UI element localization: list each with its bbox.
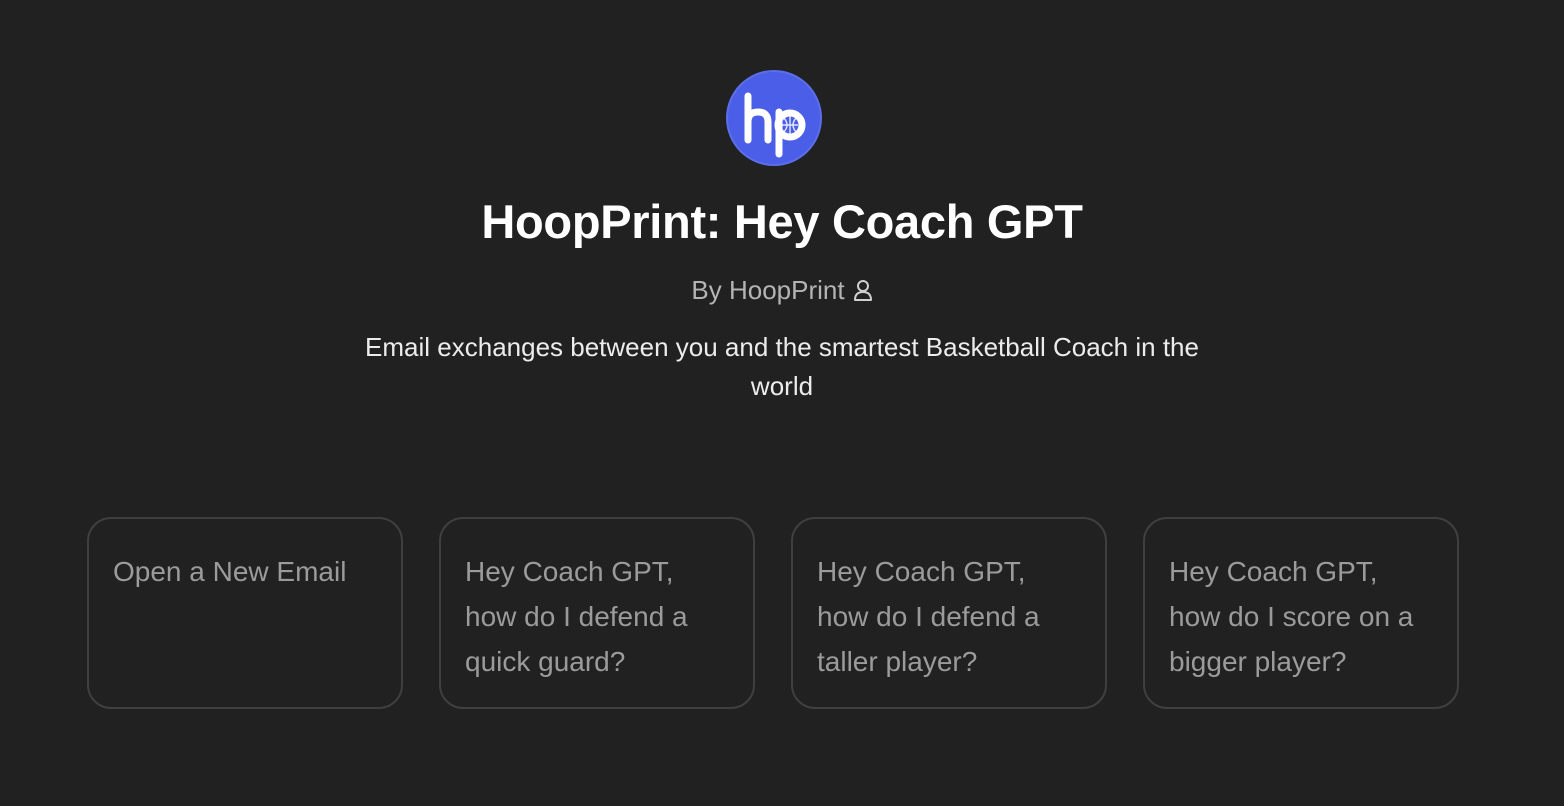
prompt-card-label: Hey Coach GPT, how do I score on a bigge… bbox=[1169, 556, 1414, 677]
prompt-card-label: Hey Coach GPT, how do I defend a quick g… bbox=[465, 556, 688, 677]
prompt-card-score-bigger-player[interactable]: Hey Coach GPT, how do I score on a bigge… bbox=[1143, 517, 1459, 709]
prompt-card-label: Open a New Email bbox=[113, 556, 347, 587]
gpt-landing-page: HoopPrint: Hey Coach GPT By HoopPrint Em… bbox=[0, 0, 1564, 806]
prompt-card-defend-quick-guard[interactable]: Hey Coach GPT, how do I defend a quick g… bbox=[439, 517, 755, 709]
hooprint-logo-icon bbox=[744, 92, 806, 158]
gpt-title: HoopPrint: Hey Coach GPT bbox=[481, 195, 1083, 248]
prompt-card-defend-taller-player[interactable]: Hey Coach GPT, how do I defend a taller … bbox=[791, 517, 1107, 709]
prompt-card-open-new-email[interactable]: Open a New Email bbox=[87, 517, 403, 709]
prompt-card-label: Hey Coach GPT, how do I defend a taller … bbox=[817, 556, 1040, 677]
gpt-byline[interactable]: By HoopPrint bbox=[0, 274, 1564, 308]
byline-text: By HoopPrint bbox=[691, 275, 845, 305]
gpt-logo bbox=[726, 70, 822, 166]
gpt-description: Email exchanges between you and the smar… bbox=[365, 332, 1199, 401]
person-icon bbox=[853, 276, 873, 308]
